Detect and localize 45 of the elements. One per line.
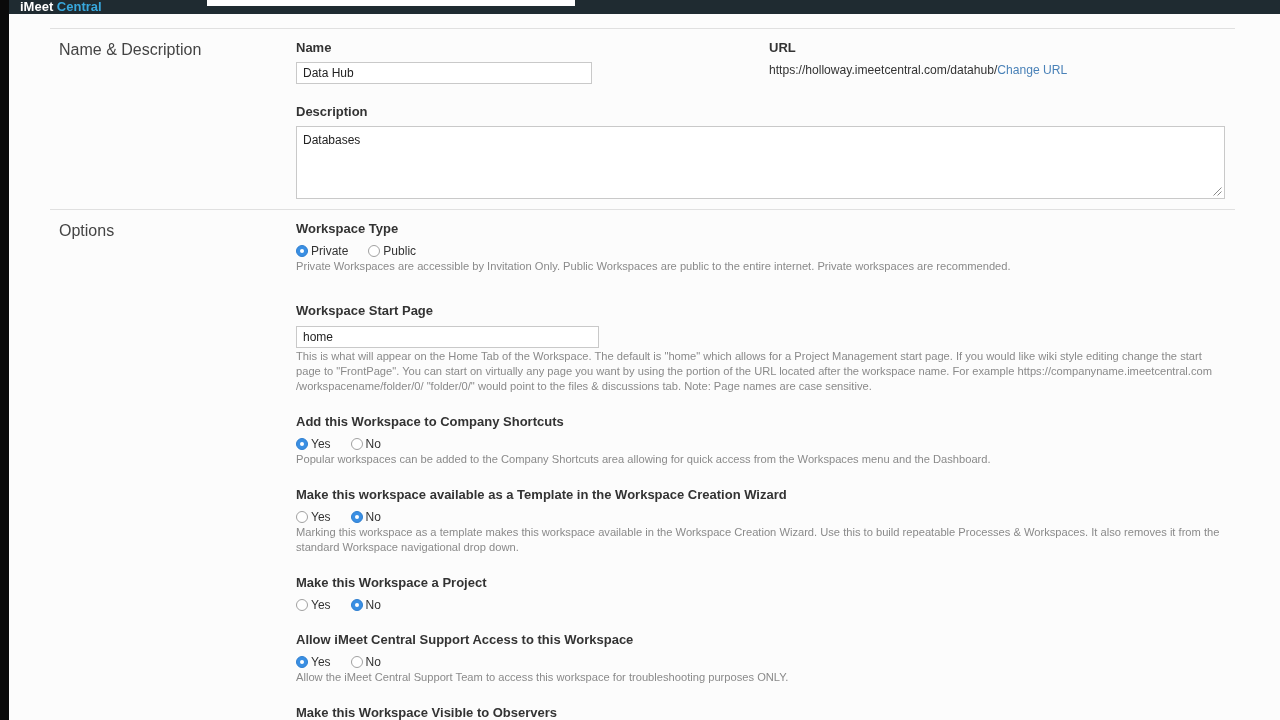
- url-text: https://holloway.imeetcentral.com/datahub/: [769, 63, 998, 78]
- radio-option[interactable]: Public: [368, 244, 417, 258]
- field-label: Make this Workspace a Project: [296, 575, 488, 590]
- help-text: Private Workspaces are accessible by Invitation Only. Public Workspaces are public to the entire internet. Private workspaces are recommended.: [296, 259, 1012, 274]
- radio-option[interactable]: Yes: [296, 510, 331, 524]
- radio-icon[interactable]: [368, 245, 381, 257]
- radio-option[interactable]: Private: [296, 244, 349, 258]
- field-label: Name: [296, 40, 333, 55]
- description-field[interactable]: Databases: [296, 126, 1225, 199]
- search-field[interactable]: [207, 0, 575, 6]
- field-label: Make this Workspace Visible to Observers: [296, 705, 559, 720]
- radio-icon[interactable]: [296, 511, 308, 523]
- radio-option[interactable]: Yes: [296, 598, 331, 612]
- radio-icon[interactable]: [296, 438, 308, 450]
- field-label: Allow iMeet Central Support Access to this Workspace: [296, 632, 635, 647]
- radio-option[interactable]: No: [350, 510, 381, 524]
- radio-icon[interactable]: [350, 599, 363, 611]
- radio-option[interactable]: No: [350, 598, 381, 612]
- field-label: Make this workspace available as a Template in the Workspace Creation Wizard: [296, 487, 788, 502]
- field-label: Description: [296, 104, 369, 119]
- radio-icon[interactable]: [350, 511, 363, 523]
- resize-grip-icon[interactable]: [1213, 187, 1222, 196]
- field-label: URL: [769, 40, 797, 55]
- radio-icon[interactable]: [350, 656, 363, 668]
- radio-option[interactable]: Yes: [296, 655, 331, 669]
- text-field[interactable]: home: [296, 326, 599, 348]
- change-url-link[interactable]: Change URL: [997, 63, 1068, 78]
- field-label: Workspace Type: [296, 221, 400, 236]
- field-label: Add this Workspace to Company Shortcuts: [296, 414, 565, 429]
- radio-icon[interactable]: [350, 438, 363, 450]
- field-label: Workspace Start Page: [296, 303, 435, 318]
- radio-icon[interactable]: [296, 245, 308, 257]
- name-field[interactable]: Data Hub: [296, 62, 592, 84]
- section-title: Options: [58, 221, 115, 240]
- radio-icon[interactable]: [296, 599, 308, 611]
- help-text: Marking this workspace as a template makes this workspace available in the Workspace Creation Wizard. Use this to build repeatable Processes & Workspaces. It also removes it from the standard Workspace navigational drop down.: [296, 525, 1221, 555]
- section-title: Name & Description: [58, 40, 202, 59]
- help-text: Allow the iMeet Central Support Team to access this workspace for troubleshooting purposes ONLY.: [296, 670, 790, 685]
- radio-icon[interactable]: [296, 656, 308, 668]
- help-text: This is what will appear on the Home Tab of the Workspace. The default is "home" which allows for a Project Management start page. If you would like wiki style editing change the start page to "FrontPage". You can start on virtually any page you want by using the portion of the URL located after the workspace name. For example https://companyname.imeetcentral.com /workspacename/folder/0/ "folder/0/" would point to the files & discussions tab. Note: Page names are case sensitive.: [296, 349, 1213, 394]
- help-text: Popular workspaces can be added to the Company Shortcuts area allowing for quick access from the Workspaces menu and the Dashboard.: [296, 452, 992, 467]
- radio-option[interactable]: No: [350, 437, 381, 451]
- radio-option[interactable]: No: [350, 655, 381, 669]
- radio-option[interactable]: Yes: [296, 437, 331, 451]
- app-logo[interactable]: iMeet Central: [20, 0, 207, 14]
